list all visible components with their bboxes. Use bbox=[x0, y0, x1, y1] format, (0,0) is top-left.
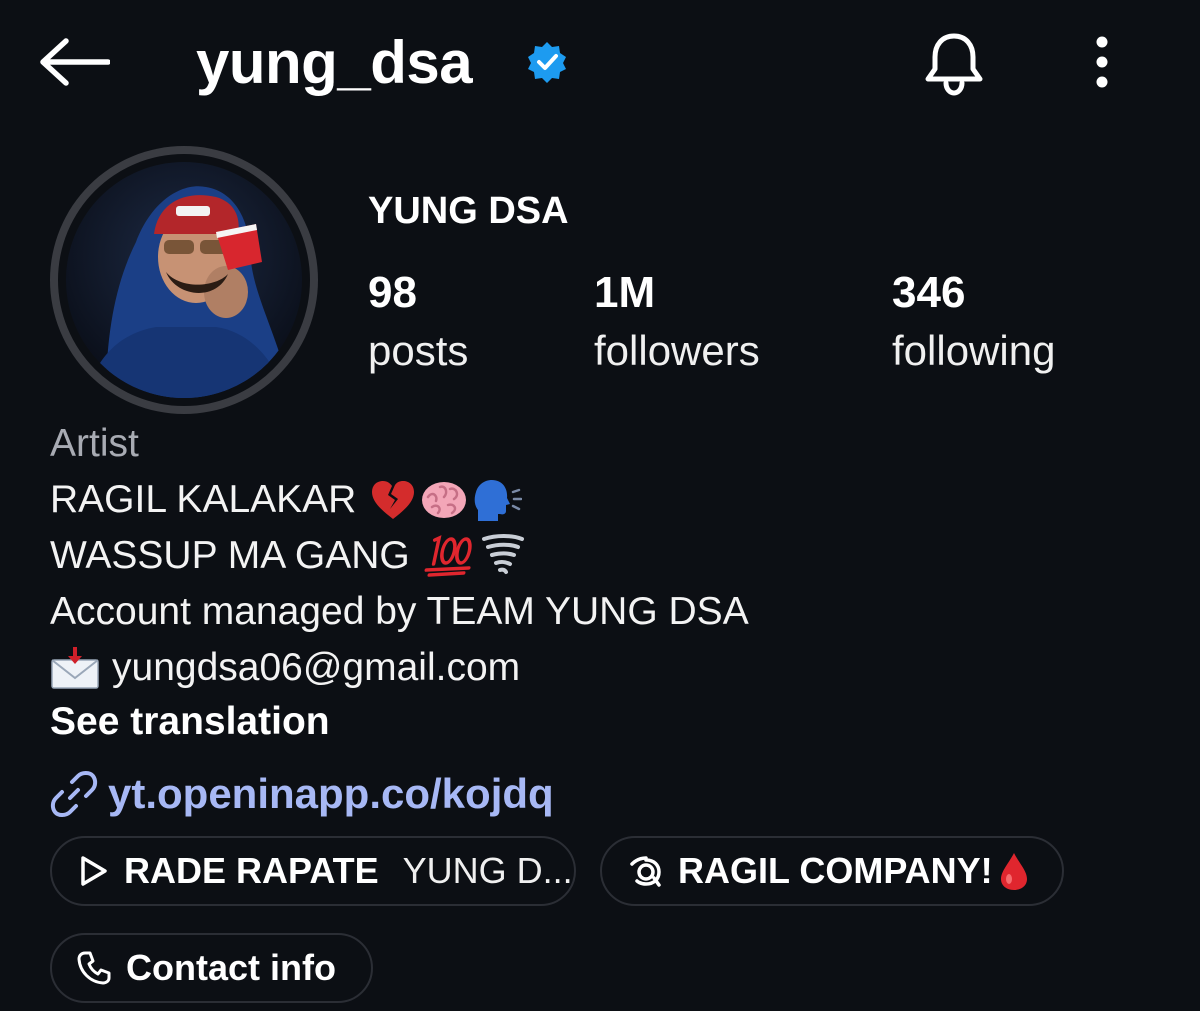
bio-line-3: Account managed by TEAM YUNG DSA bbox=[50, 590, 749, 633]
broken-heart-icon bbox=[372, 481, 415, 519]
play-icon bbox=[81, 856, 107, 886]
chip-music-label: RADE RAPATE bbox=[124, 850, 379, 891]
chip-contact-info-label: Contact info bbox=[126, 947, 336, 988]
stat-following-label: following bbox=[892, 327, 1056, 374]
link-icon bbox=[50, 771, 98, 817]
bio-line-1-emojis bbox=[370, 478, 523, 522]
stat-posts-value: 98 bbox=[368, 268, 417, 317]
speaking-head-icon bbox=[475, 480, 523, 521]
bio-email-line: yungdsa06@gmail.com bbox=[50, 640, 1150, 696]
verified-badge-icon bbox=[528, 42, 566, 83]
bio-line-1: RAGIL KALAKAR bbox=[50, 472, 1150, 528]
profile-screen: yung_dsa YUNG DSA 98 posts 1M followers … bbox=[0, 0, 1200, 1011]
stat-posts[interactable]: 98 posts bbox=[368, 264, 468, 380]
avatar bbox=[66, 162, 302, 398]
profile-username: yung_dsa bbox=[196, 29, 473, 96]
chip-threads-label: RAGIL COMPANY! bbox=[678, 850, 993, 891]
profile-display-name: YUNG DSA bbox=[368, 190, 569, 232]
bio-line-1-text: RAGIL KALAKAR bbox=[50, 478, 357, 521]
envelope-arrow-icon bbox=[51, 647, 99, 689]
threads-icon bbox=[630, 856, 661, 887]
stat-followers[interactable]: 1M followers bbox=[594, 264, 760, 380]
bio-line-2-emojis bbox=[424, 533, 526, 579]
hundred-points-icon bbox=[424, 535, 472, 577]
profile-category: Artist bbox=[50, 422, 139, 465]
phone-icon bbox=[77, 951, 111, 985]
bio-link-text[interactable]: yt.openinapp.co/kojdq bbox=[108, 770, 554, 818]
more-options-button[interactable] bbox=[1082, 30, 1122, 94]
back-button[interactable] bbox=[34, 30, 114, 94]
notifications-button[interactable] bbox=[918, 28, 990, 100]
stat-followers-label: followers bbox=[594, 327, 760, 374]
more-vertical-icon bbox=[1096, 36, 1108, 88]
drop-of-blood-icon bbox=[1000, 853, 1027, 890]
bio-line-2-text: WASSUP MA GANG bbox=[50, 534, 410, 577]
profile-bio: Artist RAGIL KALAKAR WASSUP MA GANG Acco… bbox=[50, 418, 1150, 824]
stat-followers-value: 1M bbox=[594, 268, 656, 317]
chip-threads[interactable]: RAGIL COMPANY! bbox=[600, 836, 1064, 906]
avatar-photo bbox=[66, 162, 302, 398]
bio-line-2: WASSUP MA GANG bbox=[50, 528, 1150, 584]
chip-music-sublabel: YUNG D... bbox=[402, 850, 573, 891]
brain-icon bbox=[422, 482, 467, 518]
bio-email[interactable]: yungdsa06@gmail.com bbox=[112, 640, 520, 696]
see-translation-link[interactable]: See translation bbox=[50, 696, 1150, 748]
top-bar: yung_dsa bbox=[0, 0, 1200, 130]
avatar-story-ring[interactable] bbox=[50, 146, 318, 414]
stat-following[interactable]: 346 following bbox=[892, 264, 1055, 380]
chip-contact-info[interactable]: Contact info bbox=[50, 933, 373, 1003]
bell-icon bbox=[925, 33, 983, 96]
tornado-icon bbox=[481, 534, 524, 574]
chip-music[interactable]: RADE RAPATE YUNG D... bbox=[50, 836, 576, 906]
stat-posts-label: posts bbox=[368, 327, 469, 374]
bio-link[interactable]: yt.openinapp.co/kojdq bbox=[50, 764, 1150, 824]
arrow-left-icon bbox=[40, 38, 110, 86]
stat-following-value: 346 bbox=[892, 268, 966, 317]
